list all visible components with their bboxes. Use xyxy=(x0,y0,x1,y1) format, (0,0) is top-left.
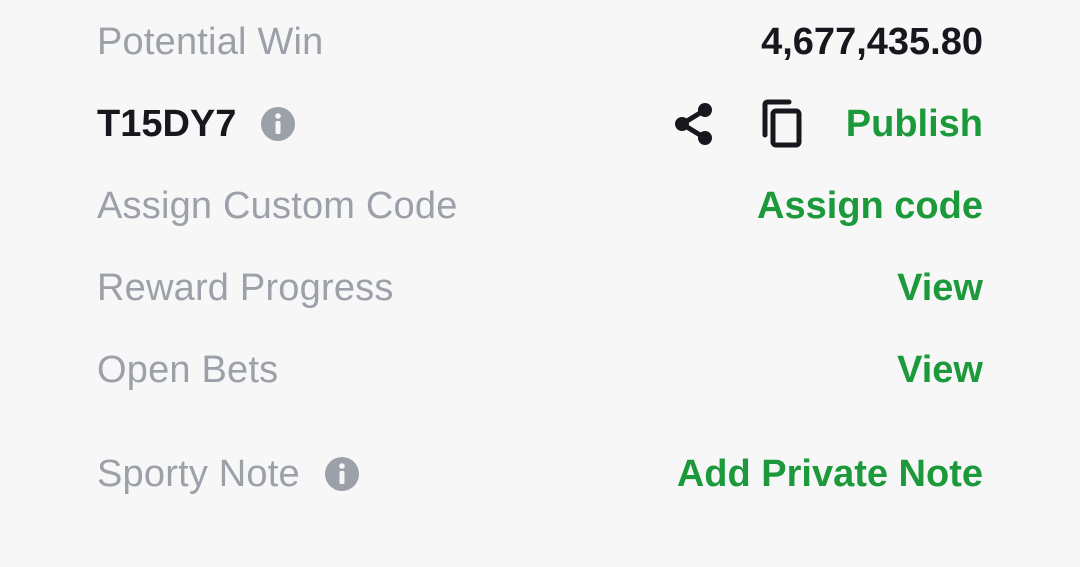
share-icon[interactable] xyxy=(670,98,718,150)
potential-win-value: 4,677,435.80 xyxy=(761,20,983,63)
add-private-note-button[interactable]: Add Private Note xyxy=(677,453,983,496)
booking-actions: Publish xyxy=(670,98,983,150)
open-bets-view-button[interactable]: View xyxy=(897,349,983,392)
custom-code-label: Assign Custom Code xyxy=(97,184,458,227)
info-icon[interactable] xyxy=(324,456,360,492)
info-icon[interactable] xyxy=(260,106,296,142)
open-bets-row: Open Bets View xyxy=(97,340,983,400)
reward-progress-label: Reward Progress xyxy=(97,266,394,309)
custom-code-row: Assign Custom Code Assign code xyxy=(97,176,983,236)
booking-code: T15DY7 xyxy=(97,102,237,145)
booking-code-row: T15DY7 Publish xyxy=(97,94,983,154)
assign-code-button[interactable]: Assign code xyxy=(757,185,983,228)
potential-win-label: Potential Win xyxy=(97,20,324,63)
booking-code-group: T15DY7 xyxy=(97,103,296,146)
publish-button[interactable]: Publish xyxy=(846,103,983,146)
reward-progress-view-button[interactable]: View xyxy=(897,267,983,310)
open-bets-label: Open Bets xyxy=(97,348,279,391)
potential-win-row: Potential Win 4,677,435.80 xyxy=(97,12,983,72)
sporty-note-label: Sporty Note xyxy=(97,452,300,495)
copy-icon[interactable] xyxy=(758,98,806,150)
sporty-note-group: Sporty Note xyxy=(97,453,360,496)
sporty-note-row: Sporty Note Add Private Note xyxy=(97,444,983,504)
reward-progress-row: Reward Progress View xyxy=(97,258,983,318)
